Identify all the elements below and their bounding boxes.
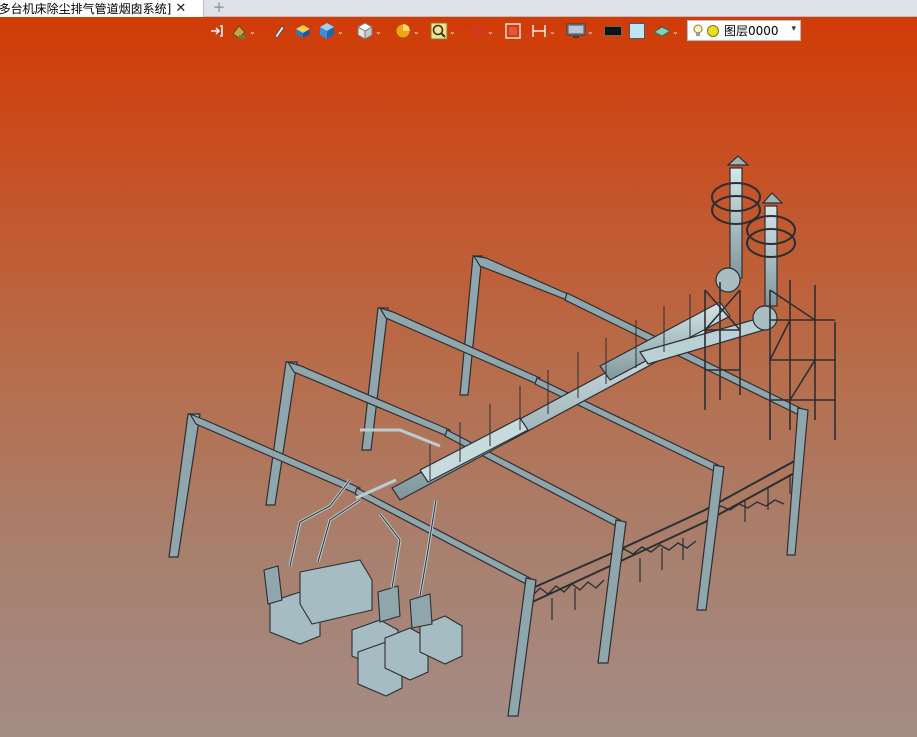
chimneys (711, 155, 796, 331)
eave-truss (527, 457, 801, 620)
layer-plane-icon (653, 26, 671, 37)
layer-dropdown[interactable]: 图层0000 ▾ (687, 20, 801, 41)
chevron-down-icon: ⌄ (413, 26, 420, 36)
color-swatch-dark[interactable] (604, 21, 622, 41)
monitor-icon (566, 23, 586, 38)
chevron-down-icon: ⌄ (249, 26, 256, 36)
support-towers (704, 280, 836, 440)
paint-bucket-icon (232, 25, 246, 39)
fit-view-icon (505, 23, 521, 39)
chevron-down-icon: ⌄ (672, 26, 679, 36)
chevron-down-icon: ⌄ (337, 26, 344, 36)
chevron-down-icon: ⌄ (449, 26, 456, 36)
chevron-down-icon: ⌄ (375, 26, 382, 36)
pie-render-icon (395, 23, 411, 39)
tab-title: [多台机床除尘排气管道烟囱系统] (0, 2, 172, 16)
cube-view-icon (320, 23, 334, 39)
black-swatch-icon (604, 26, 622, 36)
light-swatch-icon (629, 23, 645, 39)
3d-viewport[interactable]: ⌄ ⌄ ⌄ ⌄ ⌄ ⌄ ⌄ ⌄ ⌄ 图层0000 ▾ (0, 17, 917, 737)
view-toolbar: ⌄ ⌄ ⌄ ⌄ ⌄ ⌄ ⌄ ⌄ ⌄ 图层0000 ▾ (206, 19, 802, 43)
box-solid-icon (296, 25, 310, 38)
measure-button[interactable]: ⌄ (530, 21, 556, 41)
render-button[interactable]: ⌄ (394, 21, 420, 41)
color-swatch-light[interactable] (629, 21, 645, 41)
sketch-button[interactable] (272, 21, 286, 41)
paint-button[interactable]: ⌄ (230, 21, 256, 41)
main-duct (391, 294, 765, 501)
pencil-icon (274, 25, 285, 39)
import-button[interactable] (208, 21, 224, 41)
chevron-down-icon: ⌄ (549, 26, 556, 36)
tab-bar: [多台机床除尘排气管道烟囱系统] ✕ + (0, 0, 917, 17)
fit-view-button[interactable] (504, 21, 522, 41)
display-button[interactable]: ⌄ (566, 21, 594, 41)
chevron-down-icon: ⌄ (587, 26, 594, 36)
solid-button[interactable] (294, 21, 312, 41)
orbit-button[interactable]: ⌄ (468, 21, 494, 41)
layer-value: 图层0000 (724, 24, 779, 38)
tab-document[interactable]: [多台机床除尘排气管道烟囱系统] ✕ (0, 0, 204, 17)
close-icon[interactable]: ✕ (175, 1, 186, 16)
orbit-icon (470, 24, 484, 38)
lightbulb-icon[interactable] (693, 24, 703, 38)
display-mode-button[interactable]: ⌄ (356, 21, 382, 41)
white-cube-icon (356, 22, 374, 40)
dropdown-arrow-icon[interactable]: ▾ (791, 24, 796, 34)
zoom-icon (430, 22, 448, 40)
new-tab-button[interactable]: + (212, 0, 226, 17)
measure-icon (532, 25, 546, 37)
zoom-button[interactable]: ⌄ (430, 21, 456, 41)
view-cube-button[interactable]: ⌄ (318, 21, 344, 41)
chevron-down-icon: ⌄ (487, 26, 494, 36)
model-scene[interactable] (0, 17, 917, 737)
layer-plane-button[interactable]: ⌄ (653, 21, 679, 41)
layer-status-icon[interactable] (706, 24, 720, 38)
import-icon (211, 25, 223, 37)
